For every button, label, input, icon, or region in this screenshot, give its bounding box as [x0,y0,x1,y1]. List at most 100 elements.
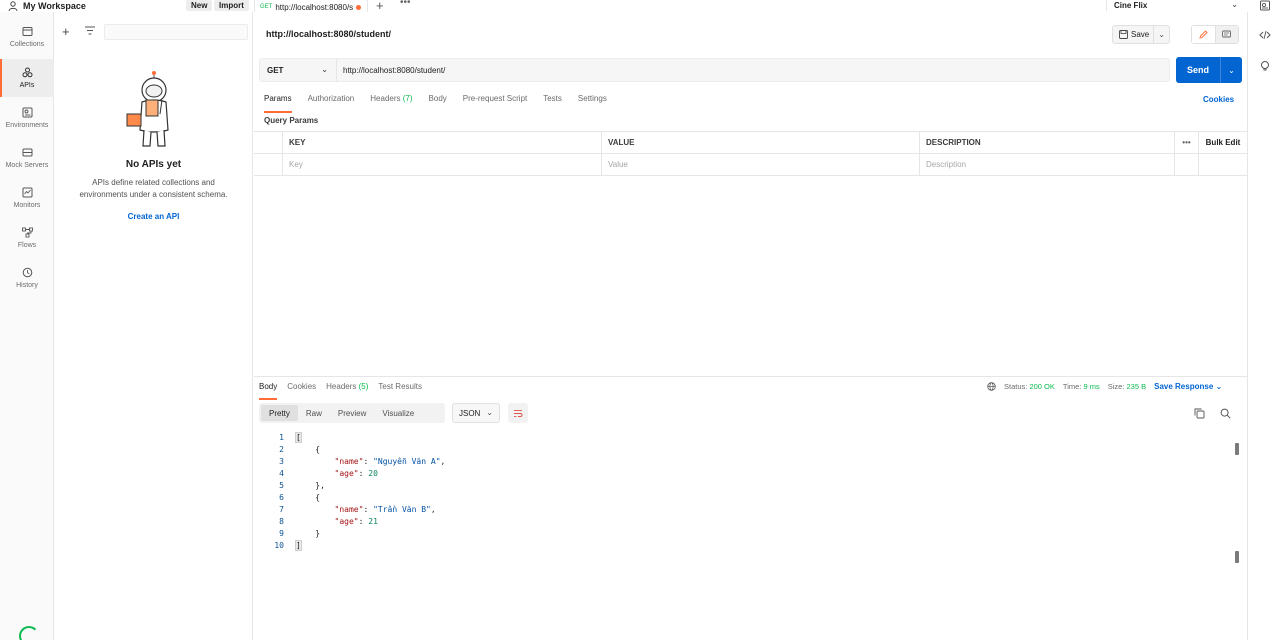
top-bar: My Workspace New Import GET http://local… [0,0,1280,14]
response-tab-body[interactable]: Body [259,382,278,400]
method-select[interactable]: GET ⌄ [260,59,337,81]
request-title[interactable]: http://localhost:8080/student/ [266,29,391,39]
response-headers-count: (5) [358,382,369,391]
status-value: 200 OK [1029,382,1055,391]
sidebar-item-environments[interactable]: Environments [0,99,54,137]
panel-search-input[interactable] [104,24,248,40]
astronaut-illustration-icon [126,71,169,147]
response-tab-headers[interactable]: Headers (5) [326,382,368,396]
new-button[interactable]: New [186,0,213,11]
save-label: Save [1131,30,1150,39]
more-options-icon[interactable]: ••• [1175,132,1199,153]
environment-selector[interactable]: Cine Flix ⌄ [1106,0,1246,11]
url-input[interactable] [337,59,1169,81]
send-options-chevron-icon[interactable]: ⌄ [1221,57,1242,83]
apis-icon [22,67,32,78]
value-input[interactable]: Value [602,154,920,175]
tab-tests[interactable]: Tests [543,94,562,110]
time-value: 9 ms [1083,382,1100,391]
response-tab-test-results[interactable]: Test Results [378,382,422,396]
scrollbar-thumb-bottom[interactable] [1235,551,1239,563]
language-select[interactable]: JSON ⌄ [452,403,500,423]
response-tab-cookies[interactable]: Cookies [287,382,316,396]
comment-icon [1222,30,1232,38]
sidebar-item-apis[interactable]: APIs [0,59,54,97]
line-number: 5 [279,481,284,490]
create-api-link[interactable]: Create an API [54,212,253,221]
tab-params[interactable]: Params [264,94,292,113]
code-line: { [296,445,321,454]
chevron-down-icon: ⌄ [486,408,493,417]
right-context-bar [1247,12,1280,640]
params-table: KEY VALUE DESCRIPTION ••• Bulk Edit Key … [254,131,1247,176]
sidebar-item-label: APIs [19,82,35,89]
tab-body[interactable]: Body [429,94,447,110]
tab-label: Tests [543,94,562,103]
more-tabs-icon[interactable]: ••• [400,0,411,8]
query-params-title: Query Params [264,116,319,125]
environment-quick-look-icon[interactable] [1259,0,1271,11]
workspace-switcher[interactable]: My Workspace [8,0,86,12]
wrap-lines-button[interactable] [508,403,528,423]
tab-label: Headers [370,94,401,103]
copy-icon[interactable] [1194,408,1205,419]
tab-label: Body [259,382,278,391]
request-tabs: Params Authorization Headers (7) Body Pr… [264,94,623,113]
json-key: "name" [334,457,364,466]
globe-icon[interactable] [987,382,996,391]
lightbulb-icon[interactable] [1259,60,1271,72]
cookies-link[interactable]: Cookies [1203,95,1234,104]
response-body-editor[interactable]: 1 [ 2 { 3 "name": "Nguyễn Văn A", 4 "age… [254,431,1239,561]
format-preview[interactable]: Preview [330,405,374,421]
tab-label: Cookies [287,382,317,391]
size-text[interactable]: Size: 235 B [1108,382,1146,391]
edit-comment-toggle [1191,25,1239,44]
line-number: 3 [279,457,284,466]
mock-servers-icon [22,148,32,157]
chevron-down-icon: ⌄ [321,65,328,74]
filter-icon[interactable] [85,26,95,35]
code-line: } [296,529,321,538]
search-icon[interactable] [1220,408,1231,419]
save-button[interactable]: Save ⌄ [1112,25,1170,44]
tab-label: Pre-request Script [462,94,528,103]
user-icon [8,1,18,11]
row-spacer-2 [1199,154,1247,175]
format-visualize[interactable]: Visualize [374,405,422,421]
json-number: 20 [368,469,378,478]
tab-headers[interactable]: Headers (7) [370,94,412,110]
tab-settings[interactable]: Settings [578,94,607,110]
sync-status-icon[interactable] [19,626,39,640]
time-text[interactable]: Time: 9 ms [1063,382,1100,391]
bulk-edit-button[interactable]: Bulk Edit [1206,138,1241,147]
code-line: "age": 21 [334,517,378,526]
json-number: 21 [368,517,378,526]
format-pretty[interactable]: Pretty [261,405,298,421]
tab-authorization[interactable]: Authorization [308,94,355,110]
import-button[interactable]: Import [214,0,249,11]
json-punct: , [440,457,446,466]
comments-button[interactable] [1215,26,1238,43]
sidebar-item-collections[interactable]: Collections [0,18,54,56]
code-snippet-icon[interactable] [1259,29,1271,41]
response-divider[interactable] [254,376,1247,377]
sidebar-item-mock-servers[interactable]: Mock Servers [0,139,54,177]
create-api-plus-icon[interactable]: + [62,24,70,39]
edit-mode-button[interactable] [1192,26,1216,43]
format-raw[interactable]: Raw [298,405,330,421]
key-input[interactable]: Key [283,154,602,175]
save-response-button[interactable]: Save Response ⌄ [1154,382,1222,391]
scrollbar-thumb[interactable] [1235,443,1239,455]
tab-pre-request-script[interactable]: Pre-request Script [463,94,527,110]
sidebar-item-label: Environments [5,122,49,129]
send-label: Send [1176,57,1221,83]
line-number: 4 [279,469,284,478]
save-options-chevron-icon[interactable]: ⌄ [1154,30,1169,39]
description-input[interactable]: Description [920,154,1175,175]
sidebar-item-flows[interactable]: Flows [0,219,54,257]
sidebar-item-monitors[interactable]: Monitors [0,179,54,217]
status-text[interactable]: Status: 200 OK [1004,382,1055,391]
sidebar-item-history[interactable]: History [0,259,54,297]
line-number: 9 [279,529,284,538]
send-button[interactable]: Send ⌄ [1176,57,1242,83]
